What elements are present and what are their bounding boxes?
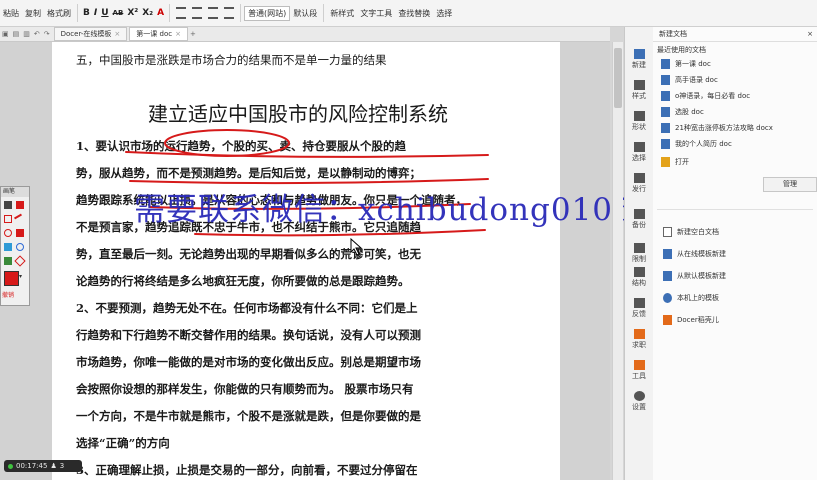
side-tool-strip: 新建 样式 形状 选择 发行 备份 限制 结构 反馈 求职 工具 设置 [624,27,654,480]
underline-mark [129,178,489,185]
recent-doc-item[interactable]: 高手语录 doc [661,75,718,85]
image-tool-icon[interactable] [4,243,12,251]
side-item-settings[interactable]: 设置 [625,391,653,412]
docer-icon [663,315,672,325]
pen-toolbar: 画笔 ▾ 撤销 [0,186,30,306]
select-icon [633,142,645,152]
structure-icon [633,267,645,277]
viewer-icon: ♟ [50,462,57,470]
recording-timer[interactable]: 00:17:45 ♟ 3 [4,460,82,472]
viewer-count: 3 [59,462,65,470]
recent-doc-item[interactable]: 第一课 doc [661,59,711,69]
new-document-panel: 新建文档 × 最近使用的文档 第一课 doc 高手语录 doc o神语录，每日必… [653,27,817,480]
undo-label[interactable]: 撤销 [2,290,14,299]
briefcase-icon [633,329,645,339]
new-blank-doc[interactable]: 新建空白文档 [663,227,719,237]
doc-icon [661,91,670,101]
scroll-thumb[interactable] [614,48,622,108]
paperclip-icon [633,173,645,183]
color-swatch[interactable] [4,271,19,286]
side-item-feedback[interactable]: 反馈 [625,298,653,319]
side-item-restrict[interactable]: 限制 [625,243,653,264]
pen-icon[interactable] [4,201,12,209]
circle-mark [164,129,290,157]
local-templates[interactable]: 本机上的模板 [663,293,719,303]
recording-time: 00:17:45 [16,462,48,470]
zoom-icon[interactable] [16,243,24,251]
vertical-scrollbar[interactable] [612,42,623,480]
folder-icon [661,157,670,167]
blank-doc-icon [663,227,672,237]
manage-button[interactable]: 管理 [763,177,817,192]
watermark-text: 需要联系微信：xchibudong0105 [134,192,634,228]
doc-icon [661,123,670,133]
backup-icon [633,209,645,219]
eraser-icon[interactable] [14,255,26,267]
feedback-icon [633,298,645,308]
recent-title: 最近使用的文档 [657,46,706,54]
restrict-icon [633,243,645,253]
toolbox-icon [633,360,645,370]
rectangle-tool-icon[interactable] [4,215,12,223]
recent-doc-item[interactable]: 21种宽击涨停板方法攻略 docx [661,123,773,133]
doc-icon [661,107,670,117]
underline-mark [194,229,486,237]
pen-toolbar-title: 画笔 [1,187,29,197]
doc-icon [661,75,670,85]
divider [657,209,813,210]
recent-doc-item[interactable]: o神语录，每日必看 doc [661,91,750,101]
line-tool-icon[interactable] [14,213,26,227]
palette-icon[interactable] [4,257,12,265]
side-item-publish[interactable]: 发行 [625,173,653,194]
open-button[interactable]: 打开 [661,157,689,167]
fill-rect-icon[interactable] [16,229,24,237]
underline-mark [125,151,489,158]
panel-header: 新建文档 × [653,27,817,42]
mouse-cursor-icon [350,238,363,256]
doc-icon [661,59,670,69]
side-item-select[interactable]: 选择 [625,142,653,163]
new-from-default-template[interactable]: 从默认模板新建 [663,271,726,281]
style-icon [633,80,645,90]
recording-dot-icon [8,463,13,469]
side-item-style[interactable]: 样式 [625,80,653,101]
panel-title: 新建文档 [659,30,687,38]
gear-icon [633,391,645,401]
side-item-new[interactable]: 新建 [625,49,653,70]
side-item-job[interactable]: 求职 [625,329,653,350]
chevron-down-icon[interactable]: ▾ [19,273,22,280]
close-icon[interactable]: × [807,27,813,41]
marker-icon[interactable] [16,201,24,209]
shape-icon [633,111,645,121]
side-item-structure[interactable]: 结构 [625,267,653,288]
template-icon [663,271,672,281]
side-item-tools[interactable]: 工具 [625,360,653,381]
side-item-backup[interactable]: 备份 [625,209,653,230]
side-item-shape[interactable]: 形状 [625,111,653,132]
recent-doc-item[interactable]: 我的个人简历 doc [661,139,732,149]
new-icon [633,49,645,59]
computer-icon [663,293,672,303]
docer-link[interactable]: Docer稻壳儿 [663,315,719,325]
doc-icon [661,139,670,149]
template-icon [663,249,672,259]
new-from-online-template[interactable]: 从在线模板新建 [663,249,726,259]
recent-doc-item[interactable]: 选股 doc [661,107,704,117]
ellipse-tool-icon[interactable] [4,229,12,237]
